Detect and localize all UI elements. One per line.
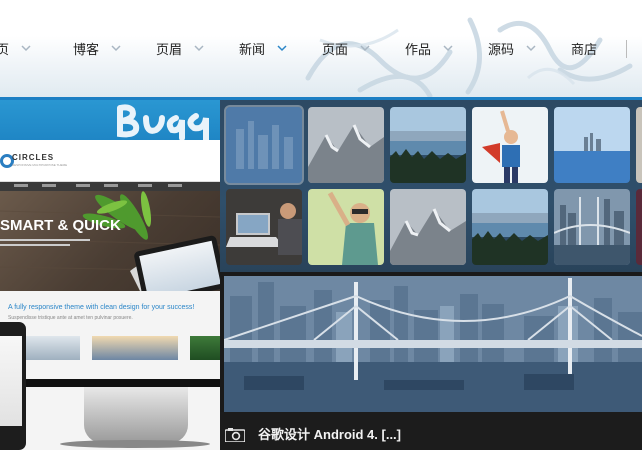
gallery-caption-bar: 谷歌设计 Android 4. [...] [220, 412, 642, 450]
nav-item-label: 新闻 [239, 41, 266, 57]
gallery-thumbnail[interactable] [554, 189, 630, 265]
preview-site-subtitle: RESPONSIVE MULTIPURPOSE THEME [12, 163, 68, 167]
nav-item-label: 商店 [571, 41, 598, 57]
theme-preview: CIRCLES RESPONSIVE MULTIPURPOSE THEME SM… [0, 140, 220, 450]
preview-hero-text [0, 239, 90, 241]
camera-icon [225, 428, 245, 442]
preview-hero: SMART & QUICK [0, 191, 220, 291]
nav-item-home[interactable]: 页 [0, 37, 31, 59]
news-gallery: 谷歌设计 Android 4. [...] [220, 100, 642, 450]
brush-banner [0, 100, 220, 140]
preview-hero-text [0, 244, 70, 246]
gallery-thumbnail[interactable] [472, 107, 548, 183]
nav-item-header[interactable]: 页眉 [156, 37, 204, 59]
nav-item-label: 页 [0, 41, 10, 57]
preview-site-header: CIRCLES RESPONSIVE MULTIPURPOSE THEME [0, 140, 220, 182]
gallery-thumbnail[interactable] [472, 189, 548, 265]
nav-item-source[interactable]: 源码 [488, 37, 536, 59]
phone-mockup [0, 322, 26, 450]
gallery-thumbnail[interactable] [308, 107, 384, 183]
nav-item-label: 作品 [405, 41, 432, 57]
gallery-thumbnail[interactable] [554, 107, 630, 183]
gallery-thumbnail[interactable] [390, 189, 466, 265]
gallery-thumbnail[interactable] [636, 107, 642, 183]
nav-item-pages[interactable]: 页面 [322, 37, 370, 59]
gallery-thumbnail[interactable] [308, 189, 384, 265]
preview-thumbnail [190, 336, 220, 360]
preview-site-name: CIRCLES [12, 153, 55, 162]
gallery-thumbnail[interactable] [390, 107, 466, 183]
monitor-stand [84, 387, 188, 443]
brush-lettering [117, 104, 209, 140]
chevron-down-icon [277, 45, 287, 52]
preview-tagline-sub: Suspendisse tristique ante at amet ten p… [8, 315, 133, 321]
gallery-thumbnail[interactable] [636, 189, 642, 265]
nav-item-label: 源码 [488, 41, 515, 57]
nav-item-news[interactable]: 新闻 [239, 37, 287, 59]
nav-item-blog[interactable]: 博客 [73, 37, 121, 59]
preview-thumbnail [24, 336, 80, 360]
chevron-down-icon [443, 45, 453, 52]
main-navigation: 页 博客 页眉 新闻 页面 作品 源码 商店 [0, 37, 642, 59]
preview-tagline: A fully responsive theme with clean desi… [8, 304, 195, 311]
nav-item-label: 页眉 [156, 41, 183, 57]
monitor-base [60, 440, 210, 448]
nav-item-label: 页面 [322, 41, 349, 57]
monitor-bezel [0, 379, 220, 387]
nav-item-shop[interactable]: 商店 [571, 37, 597, 59]
featured-slide[interactable]: CIRCLES RESPONSIVE MULTIPURPOSE THEME SM… [0, 100, 220, 450]
chevron-down-icon [194, 45, 204, 52]
chevron-down-icon [21, 45, 31, 52]
chevron-down-icon [360, 45, 370, 52]
preview-thumbnail [92, 336, 178, 360]
gallery-thumbnail[interactable] [226, 189, 302, 265]
preview-hero-title: SMART & QUICK [0, 217, 121, 234]
gallery-caption-link[interactable]: 谷歌设计 Android 4. [...] [258, 424, 401, 443]
preview-menu-bar [0, 182, 220, 191]
nav-item-works[interactable]: 作品 [405, 37, 453, 59]
gallery-thumbnail-grid [220, 100, 642, 272]
gallery-thumbnail[interactable] [224, 105, 304, 185]
chevron-down-icon [526, 45, 536, 52]
chevron-down-icon [111, 45, 121, 52]
site-header: 页 博客 页眉 新闻 页面 作品 源码 商店 [0, 0, 642, 100]
gallery-main-photo[interactable] [224, 276, 642, 412]
nav-divider [626, 40, 627, 58]
nav-item-label: 博客 [73, 41, 100, 57]
